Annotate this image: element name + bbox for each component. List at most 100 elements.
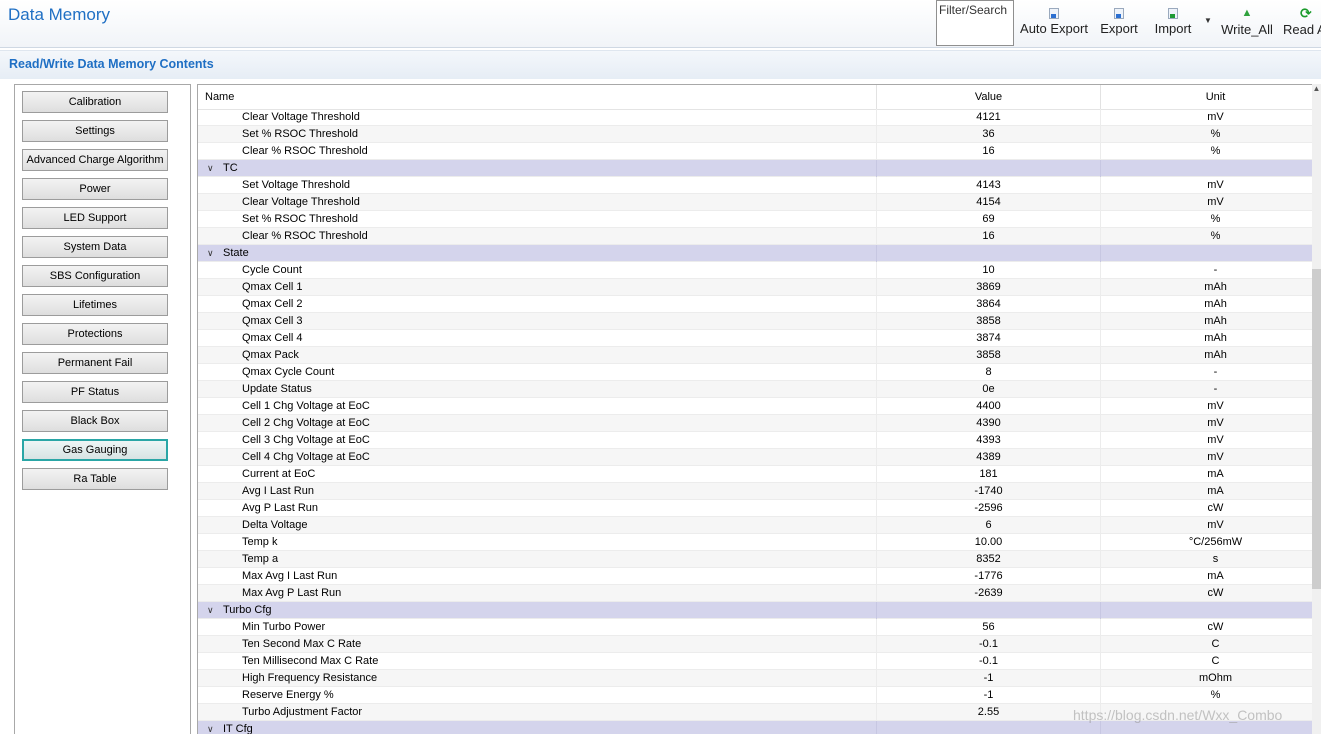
- value-cell[interactable]: 181: [876, 466, 1100, 483]
- table-row[interactable]: Clear Voltage Threshold 4154 mV: [198, 194, 1313, 211]
- table-row[interactable]: Cell 1 Chg Voltage at EoC 4400 mV: [198, 398, 1313, 415]
- export-button[interactable]: Export: [1098, 6, 1140, 42]
- value-cell[interactable]: -1776: [876, 568, 1100, 585]
- value-cell[interactable]: -2596: [876, 500, 1100, 517]
- value-cell[interactable]: 2.55: [876, 704, 1100, 721]
- value-cell[interactable]: 4390: [876, 415, 1100, 432]
- value-cell[interactable]: 69: [876, 211, 1100, 228]
- vertical-scrollbar[interactable]: ▲: [1312, 84, 1321, 734]
- table-row[interactable]: Set % RSOC Threshold 36%: [198, 126, 1313, 143]
- table-row[interactable]: High Frequency Resistance -1 mOhm: [198, 670, 1313, 687]
- table-row[interactable]: Max Avg P Last Run -2639 cW: [198, 585, 1313, 602]
- value-cell[interactable]: 3858: [876, 313, 1100, 330]
- chevron-down-icon[interactable]: ∨: [207, 160, 214, 177]
- write-all-button[interactable]: ▲ Write_All: [1221, 6, 1273, 42]
- value-cell[interactable]: -2639: [876, 585, 1100, 602]
- value-cell[interactable]: 6: [876, 517, 1100, 534]
- table-row[interactable]: Reserve Energy % -1%: [198, 687, 1313, 704]
- sidebar-item-power[interactable]: Power: [22, 178, 168, 200]
- table-row[interactable]: Temp k 10.00 °C/256mW: [198, 534, 1313, 551]
- auto-export-button[interactable]: Auto Export: [1019, 6, 1089, 42]
- value-cell[interactable]: -1: [876, 687, 1100, 704]
- sidebar-item-permanent-fail[interactable]: Permanent Fail: [22, 352, 168, 374]
- group-row[interactable]: ∨ TC: [198, 160, 1313, 177]
- value-cell[interactable]: 10: [876, 262, 1100, 279]
- sidebar-item-protections[interactable]: Protections: [22, 323, 168, 345]
- value-cell[interactable]: 3874: [876, 330, 1100, 347]
- scroll-up-icon[interactable]: ▲: [1312, 84, 1321, 98]
- sidebar-item-settings[interactable]: Settings: [22, 120, 168, 142]
- value-cell[interactable]: 56: [876, 619, 1100, 636]
- group-row[interactable]: ∨ State: [198, 245, 1313, 262]
- table-row[interactable]: Qmax Cycle Count 8-: [198, 364, 1313, 381]
- value-cell[interactable]: 4389: [876, 449, 1100, 466]
- table-row[interactable]: Qmax Pack 3858 mAh: [198, 347, 1313, 364]
- table-row[interactable]: Temp a 8352 s: [198, 551, 1313, 568]
- column-header-name[interactable]: Name: [205, 85, 234, 110]
- value-cell[interactable]: 8352: [876, 551, 1100, 568]
- table-row[interactable]: Current at EoC 181 mA: [198, 466, 1313, 483]
- table-row[interactable]: Avg I Last Run -1740 mA: [198, 483, 1313, 500]
- table-row[interactable]: Min Turbo Power 56 cW: [198, 619, 1313, 636]
- table-row[interactable]: Set Voltage Threshold 4143 mV: [198, 177, 1313, 194]
- sidebar-item-led-support[interactable]: LED Support: [22, 207, 168, 229]
- sidebar-item-sbs-configuration[interactable]: SBS Configuration: [22, 265, 168, 287]
- import-button[interactable]: Import: [1151, 6, 1195, 42]
- table-row[interactable]: Clear % RSOC Threshold 16%: [198, 228, 1313, 245]
- value-cell[interactable]: 3858: [876, 347, 1100, 364]
- value-cell[interactable]: 4121: [876, 109, 1100, 126]
- value-cell[interactable]: 16: [876, 143, 1100, 160]
- table-row[interactable]: Ten Millisecond Max C Rate -0.1 C: [198, 653, 1313, 670]
- table-row[interactable]: Qmax Cell 1 3869 mAh: [198, 279, 1313, 296]
- table-row[interactable]: Max Avg I Last Run -1776 mA: [198, 568, 1313, 585]
- value-cell[interactable]: 16: [876, 228, 1100, 245]
- value-cell[interactable]: 4154: [876, 194, 1100, 211]
- sidebar-item-ra-table[interactable]: Ra Table: [22, 468, 168, 490]
- chevron-down-icon[interactable]: ∨: [207, 245, 214, 262]
- sidebar-item-pf-status[interactable]: PF Status: [22, 381, 168, 403]
- value-cell[interactable]: 4393: [876, 432, 1100, 449]
- table-row[interactable]: Qmax Cell 3 3858 mAh: [198, 313, 1313, 330]
- scroll-thumb[interactable]: [1312, 269, 1321, 589]
- value-cell[interactable]: -1: [876, 670, 1100, 687]
- table-row[interactable]: Qmax Cell 4 3874 mAh: [198, 330, 1313, 347]
- value-cell[interactable]: -0.1: [876, 636, 1100, 653]
- read-all-button[interactable]: ⟳ Read A: [1283, 6, 1321, 42]
- value-cell[interactable]: -1740: [876, 483, 1100, 500]
- group-row[interactable]: ∨ Turbo Cfg: [198, 602, 1313, 619]
- table-row[interactable]: Cell 4 Chg Voltage at EoC 4389 mV: [198, 449, 1313, 466]
- table-row[interactable]: Cycle Count 10-: [198, 262, 1313, 279]
- value-cell[interactable]: 4143: [876, 177, 1100, 194]
- sidebar-item-black-box[interactable]: Black Box: [22, 410, 168, 432]
- value-cell[interactable]: 10.00: [876, 534, 1100, 551]
- table-row[interactable]: Set % RSOC Threshold 69%: [198, 211, 1313, 228]
- table-row[interactable]: Cell 3 Chg Voltage at EoC 4393 mV: [198, 432, 1313, 449]
- sidebar-item-calibration[interactable]: Calibration: [22, 91, 168, 113]
- chevron-down-icon[interactable]: ∨: [207, 602, 214, 619]
- table-row[interactable]: Cell 2 Chg Voltage at EoC 4390 mV: [198, 415, 1313, 432]
- value-cell[interactable]: 3864: [876, 296, 1100, 313]
- sidebar-item-lifetimes[interactable]: Lifetimes: [22, 294, 168, 316]
- value-cell[interactable]: 8: [876, 364, 1100, 381]
- value-cell[interactable]: 4400: [876, 398, 1100, 415]
- import-dropdown-icon[interactable]: ▼: [1204, 16, 1212, 25]
- table-row[interactable]: Clear % RSOC Threshold 16%: [198, 143, 1313, 160]
- value-cell[interactable]: -0.1: [876, 653, 1100, 670]
- table-row[interactable]: Update Status 0e -: [198, 381, 1313, 398]
- table-row[interactable]: Avg P Last Run -2596 cW: [198, 500, 1313, 517]
- table-row[interactable]: Clear Voltage Threshold 4121 mV: [198, 109, 1313, 126]
- value-cell[interactable]: 0e: [876, 381, 1100, 398]
- value-cell[interactable]: 3869: [876, 279, 1100, 296]
- chevron-down-icon[interactable]: ∨: [207, 721, 214, 734]
- sidebar-item-system-data[interactable]: System Data: [22, 236, 168, 258]
- filter-search-input[interactable]: Filter/Search: [936, 0, 1014, 46]
- sidebar-item-advanced-charge-algorithm[interactable]: Advanced Charge Algorithm: [22, 149, 168, 171]
- table-row[interactable]: Ten Second Max C Rate -0.1 C: [198, 636, 1313, 653]
- value-cell[interactable]: 36: [876, 126, 1100, 143]
- table-row[interactable]: Delta Voltage 6 mV: [198, 517, 1313, 534]
- sidebar-item-gas-gauging[interactable]: Gas Gauging: [22, 439, 168, 461]
- column-header-unit[interactable]: Unit: [1100, 85, 1321, 110]
- unit-cell: mAh: [1100, 330, 1321, 347]
- column-header-value[interactable]: Value: [876, 85, 1100, 110]
- table-row[interactable]: Qmax Cell 2 3864 mAh: [198, 296, 1313, 313]
